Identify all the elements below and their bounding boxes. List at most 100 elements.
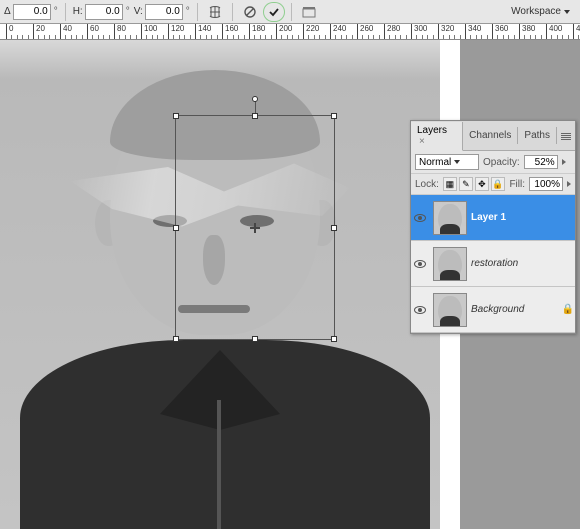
ruler-tick-label: 120	[171, 24, 184, 33]
free-transform-box[interactable]	[175, 115, 335, 340]
ruler-tick-label: 280	[387, 24, 400, 33]
ruler-minor-tick	[152, 35, 153, 39]
skew-h-input[interactable]: 0.0	[85, 4, 123, 20]
ruler-minor-tick	[76, 35, 77, 39]
ruler-minor-tick	[146, 35, 147, 39]
image-canvas[interactable]	[0, 40, 440, 529]
transform-center-point[interactable]	[250, 223, 260, 233]
ruler-minor-tick	[281, 35, 282, 39]
visibility-toggle[interactable]	[411, 260, 429, 268]
ruler-minor-tick	[65, 35, 66, 39]
tab-layers[interactable]: Layers ×	[411, 122, 463, 151]
resize-handle-tl[interactable]	[173, 113, 179, 119]
lock-transparency-button[interactable]: ▦	[443, 177, 457, 191]
rotation-handle-line	[255, 100, 256, 114]
ruler-minor-tick	[11, 35, 12, 39]
lock-pixels-button[interactable]: ✎	[459, 177, 473, 191]
layer-name[interactable]: restoration	[471, 258, 561, 269]
ruler-minor-tick	[227, 35, 228, 39]
resize-handle-tc[interactable]	[252, 113, 258, 119]
resize-handle-ml[interactable]	[173, 225, 179, 231]
ruler-minor-tick	[352, 35, 353, 39]
panel-tab-bar: Layers × Channels Paths	[411, 121, 575, 151]
visibility-toggle[interactable]	[411, 214, 429, 222]
ruler-tick: 100	[141, 24, 142, 40]
separator	[291, 3, 292, 21]
separator	[65, 3, 66, 21]
ruler-minor-tick	[173, 35, 174, 39]
layers-panel: Layers × Channels Paths Normal Opacity: …	[410, 120, 576, 334]
layer-row[interactable]: Background🔒	[411, 287, 575, 333]
ruler-minor-tick	[341, 35, 342, 39]
close-icon[interactable]: ×	[419, 136, 425, 147]
lock-position-button[interactable]: ✥	[475, 177, 489, 191]
ruler-tick-label: 260	[360, 24, 373, 33]
ruler-minor-tick	[125, 35, 126, 39]
layer-row[interactable]: restoration	[411, 241, 575, 287]
rotation-input[interactable]: 0.0	[13, 4, 51, 20]
ruler-minor-tick	[422, 35, 423, 39]
ruler-minor-tick	[22, 35, 23, 39]
arrow-icon[interactable]	[562, 159, 566, 165]
fill-input[interactable]: 100%	[529, 177, 563, 191]
warp-mode-button[interactable]	[205, 3, 225, 21]
blend-opacity-row: Normal Opacity: 52%	[411, 151, 575, 174]
commit-transform-button[interactable]	[264, 3, 284, 21]
ruler-minor-tick	[44, 35, 45, 39]
layer-thumbnail[interactable]	[433, 293, 467, 327]
opacity-input[interactable]: 52%	[524, 155, 558, 169]
resize-handle-bl[interactable]	[173, 336, 179, 342]
ruler-minor-tick	[179, 35, 180, 39]
ruler-tick-label: 380	[522, 24, 535, 33]
blend-mode-select[interactable]: Normal	[415, 154, 479, 170]
cancel-transform-button[interactable]	[240, 3, 260, 21]
separator	[232, 3, 233, 21]
degree-symbol: °	[126, 6, 130, 17]
document-window[interactable]	[0, 40, 460, 529]
ruler-tick-label: 100	[144, 24, 157, 33]
resize-handle-mr[interactable]	[331, 225, 337, 231]
ruler-minor-tick	[416, 35, 417, 39]
layer-thumbnail[interactable]	[433, 247, 467, 281]
degree-symbol: °	[186, 6, 190, 17]
chevron-down-icon	[564, 10, 570, 14]
ruler-tick: 80	[114, 24, 115, 40]
ruler-minor-tick	[163, 35, 164, 39]
layer-name[interactable]: Background	[471, 304, 561, 315]
ruler-tick: 340	[465, 24, 466, 40]
skew-v-input[interactable]: 0.0	[145, 4, 183, 20]
visibility-toggle[interactable]	[411, 306, 429, 314]
ruler-tick-label: 160	[225, 24, 238, 33]
lock-all-button[interactable]: 🔒	[491, 177, 505, 191]
ruler-tick-label: 420	[576, 24, 580, 33]
ruler-minor-tick	[335, 35, 336, 39]
ruler-tick-label: 0	[9, 24, 13, 33]
ruler-tick-label: 60	[90, 24, 99, 33]
arrow-icon[interactable]	[567, 181, 571, 187]
layer-name[interactable]: Layer 1	[471, 212, 561, 223]
ruler-minor-tick	[211, 35, 212, 39]
panel-menu-button[interactable]	[557, 130, 575, 142]
workspace-menu[interactable]: Workspace	[505, 4, 576, 19]
ruler-minor-tick	[136, 35, 137, 39]
tab-paths[interactable]: Paths	[518, 127, 557, 144]
tab-channels[interactable]: Channels	[463, 127, 518, 144]
go-to-bridge-button[interactable]	[299, 3, 319, 21]
ruler-tick: 260	[357, 24, 358, 40]
resize-handle-tr[interactable]	[331, 113, 337, 119]
workspace-label: Workspace	[511, 6, 561, 17]
rotation-handle[interactable]	[252, 96, 258, 102]
degree-symbol: °	[54, 6, 58, 17]
ruler-minor-tick	[497, 35, 498, 39]
resize-handle-bc[interactable]	[252, 336, 258, 342]
ruler-minor-tick	[55, 35, 56, 39]
rotation-field: Δ 0.0 °	[4, 4, 58, 20]
ruler-tick: 360	[492, 24, 493, 40]
horizontal-ruler[interactable]: 0204060801001201401601802002202402602803…	[0, 24, 580, 40]
v-label: V:	[134, 6, 143, 17]
ruler-minor-tick	[238, 35, 239, 39]
layer-thumbnail[interactable]	[433, 201, 467, 235]
resize-handle-br[interactable]	[331, 336, 337, 342]
layer-row[interactable]: Layer 1	[411, 195, 575, 241]
delta-label: Δ	[4, 6, 11, 17]
